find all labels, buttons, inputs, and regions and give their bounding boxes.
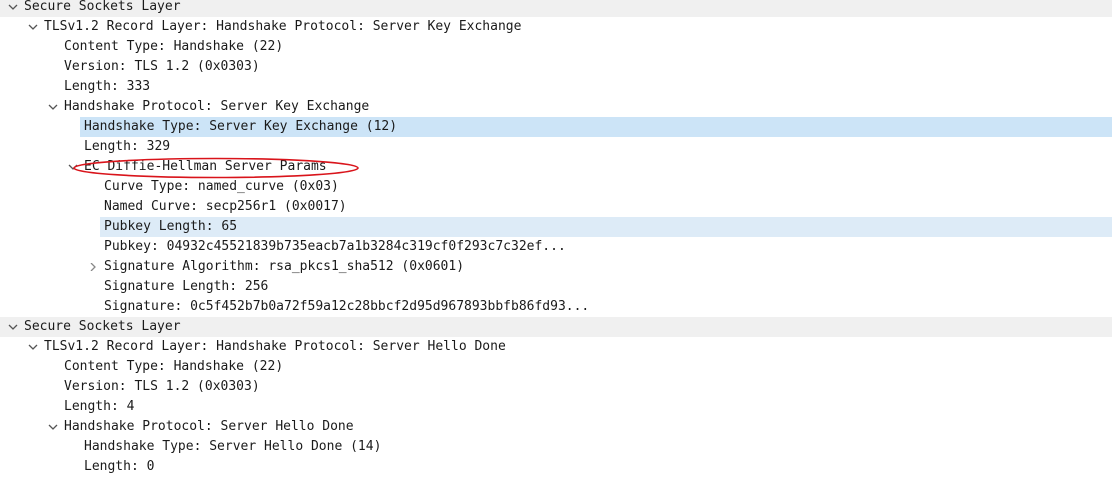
- tree-row[interactable]: Curve Type: named_curve (0x03): [0, 177, 1112, 197]
- tree-row-label: Handshake Protocol: Server Hello Done: [64, 419, 354, 434]
- tree-row-label: Length: 329: [84, 139, 171, 154]
- tree-row[interactable]: Length: 0: [0, 457, 1112, 477]
- tree-row[interactable]: EC Diffie-Hellman Server Params: [0, 157, 1112, 177]
- tree-row[interactable]: Signature Length: 256: [0, 277, 1112, 297]
- tree-row-label: TLSv1.2 Record Layer: Handshake Protocol…: [44, 339, 506, 354]
- chevron-down-icon[interactable]: [26, 337, 40, 357]
- tree-row[interactable]: Handshake Type: Server Key Exchange (12): [0, 117, 1112, 137]
- tree-row[interactable]: Content Type: Handshake (22): [0, 37, 1112, 57]
- tree-row-label: Named Curve: secp256r1 (0x0017): [104, 199, 347, 214]
- packet-details-tree: Secure Sockets Layer TLSv1.2 Record Layer…: [0, 0, 1112, 493]
- tree-row[interactable]: Handshake Protocol: Server Key Exchange: [0, 97, 1112, 117]
- chevron-down-icon[interactable]: [46, 417, 60, 437]
- chevron-down-icon[interactable]: [6, 317, 20, 337]
- tree-row-label: Length: 0: [84, 459, 155, 474]
- tree-row-label: EC Diffie-Hellman Server Params: [84, 159, 327, 174]
- tree-row[interactable]: Signature: 0c5f452b7b0a72f59a12c28bbcf2d…: [0, 297, 1112, 317]
- tree-row[interactable]: Length: 329: [0, 137, 1112, 157]
- tree-row-label: Pubkey Length: 65: [104, 219, 238, 234]
- tree-row[interactable]: Signature Algorithm: rsa_pkcs1_sha512 (0…: [0, 257, 1112, 277]
- tree-row[interactable]: Version: TLS 1.2 (0x0303): [0, 57, 1112, 77]
- tree-row[interactable]: Length: 333: [0, 77, 1112, 97]
- chevron-down-icon[interactable]: [66, 157, 80, 177]
- tree-row[interactable]: Pubkey Length: 65: [0, 217, 1112, 237]
- tree-row[interactable]: Named Curve: secp256r1 (0x0017): [0, 197, 1112, 217]
- tree-row-label: Content Type: Handshake (22): [64, 39, 284, 54]
- chevron-down-icon[interactable]: [6, 0, 20, 17]
- tree-row-label: TLSv1.2 Record Layer: Handshake Protocol…: [44, 19, 522, 34]
- tree-row-label: Content Type: Handshake (22): [64, 359, 284, 374]
- chevron-down-icon[interactable]: [46, 97, 60, 117]
- tree-row-label: Handshake Type: Server Key Exchange (12): [84, 119, 398, 134]
- tree-row-label: Signature Length: 256: [104, 279, 269, 294]
- tree-row-label: Version: TLS 1.2 (0x0303): [64, 379, 260, 394]
- tree-row-label: Secure Sockets Layer: [24, 0, 181, 14]
- tree-row-label: Secure Sockets Layer: [24, 319, 181, 334]
- tree-row[interactable]: Version: TLS 1.2 (0x0303): [0, 377, 1112, 397]
- tree-row-label: Pubkey: 04932c45521839b735eacb7a1b3284c3…: [104, 239, 566, 254]
- tree-row[interactable]: Secure Sockets Layer: [0, 0, 1112, 17]
- tree-row[interactable]: Content Type: Handshake (22): [0, 357, 1112, 377]
- chevron-right-icon[interactable]: [86, 257, 100, 277]
- chevron-down-icon[interactable]: [26, 17, 40, 37]
- tree-row[interactable]: Length: 4: [0, 397, 1112, 417]
- tree-row-label: Length: 333: [64, 79, 151, 94]
- tree-row-label: Version: TLS 1.2 (0x0303): [64, 59, 260, 74]
- tree-row[interactable]: TLSv1.2 Record Layer: Handshake Protocol…: [0, 337, 1112, 357]
- tree-row-label: Handshake Type: Server Hello Done (14): [84, 439, 382, 454]
- tree-row[interactable]: Handshake Type: Server Hello Done (14): [0, 437, 1112, 457]
- tree-row-label: Curve Type: named_curve (0x03): [104, 179, 339, 194]
- tree-row[interactable]: Handshake Protocol: Server Hello Done: [0, 417, 1112, 437]
- tree-row[interactable]: Pubkey: 04932c45521839b735eacb7a1b3284c3…: [0, 237, 1112, 257]
- tree-row-label: Signature: 0c5f452b7b0a72f59a12c28bbcf2d…: [104, 299, 590, 314]
- tree-row[interactable]: Secure Sockets Layer: [0, 317, 1112, 337]
- tree-row-label: Handshake Protocol: Server Key Exchange: [64, 99, 370, 114]
- tree-row[interactable]: TLSv1.2 Record Layer: Handshake Protocol…: [0, 17, 1112, 37]
- tree-row-label: Length: 4: [64, 399, 135, 414]
- hover-highlight: [100, 217, 1112, 237]
- tree-row-label: Signature Algorithm: rsa_pkcs1_sha512 (0…: [104, 259, 465, 274]
